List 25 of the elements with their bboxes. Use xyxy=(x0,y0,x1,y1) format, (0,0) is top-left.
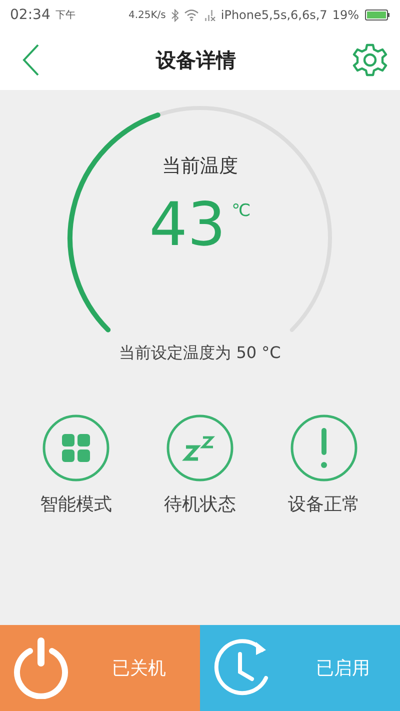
battery-icon xyxy=(364,9,390,21)
back-icon[interactable] xyxy=(22,44,40,76)
action-button[interactable]: 已启用 xyxy=(200,625,400,711)
bluetooth-icon xyxy=(170,8,179,22)
temperature-value: 43 xyxy=(149,195,226,255)
battery-percent: 19% xyxy=(332,8,359,22)
gauge-label: 当前温度 xyxy=(161,154,239,179)
signal-icon xyxy=(204,9,216,21)
mode-icon[interactable] xyxy=(290,414,358,482)
temperature-unit: ℃ xyxy=(232,201,251,223)
carrier-name: iPhone5,5s,6,6s,7 xyxy=(220,8,328,22)
setpoint-text: 当前设定温度为 50 °C xyxy=(119,343,281,364)
mode-label: 智能模式 xyxy=(40,493,112,516)
network-speed: 4.25K/s xyxy=(128,10,166,20)
page-title: 设备详情 xyxy=(156,46,236,74)
action-button[interactable]: 已关机 xyxy=(0,625,200,711)
mode-icon[interactable] xyxy=(166,414,234,482)
settings-icon[interactable] xyxy=(352,42,388,78)
power-icon xyxy=(12,637,70,699)
status-time: 02:34 xyxy=(10,7,50,23)
mode-label: 待机状态 xyxy=(164,493,236,516)
status-period: 下午 xyxy=(55,9,76,22)
mode-label: 设备正常 xyxy=(288,493,360,516)
wifi-icon xyxy=(184,9,199,21)
mode-icon[interactable] xyxy=(42,414,110,482)
